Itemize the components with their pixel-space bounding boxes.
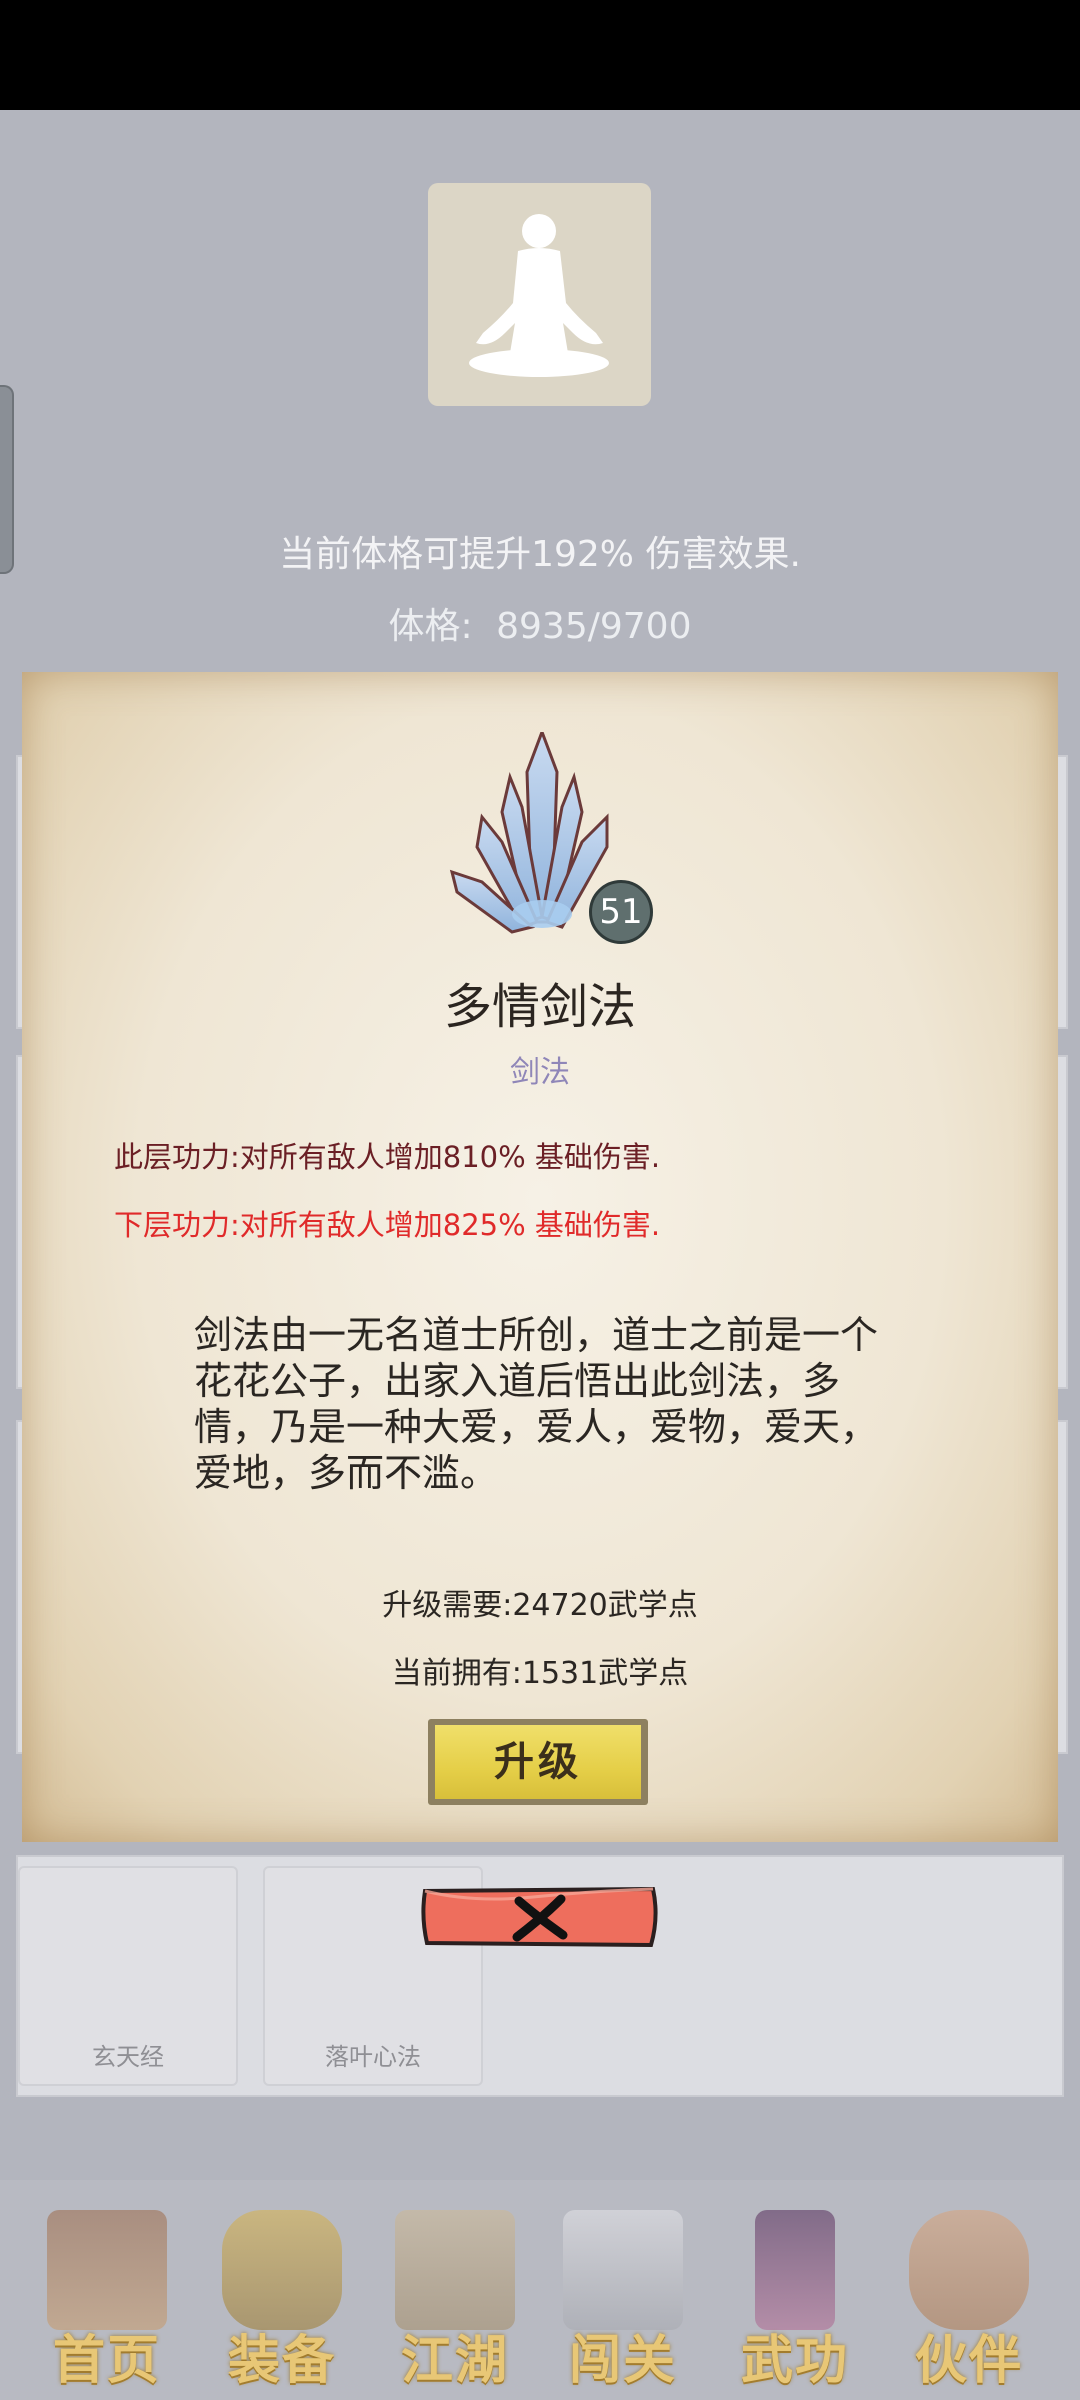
physique-label: 体格: bbox=[388, 606, 473, 647]
upgrade-button[interactable]: 升级 bbox=[428, 1719, 648, 1805]
physique-stat: 体格: 8935/9700 bbox=[0, 597, 1080, 649]
physique-effect-text: 当前体格可提升192% 伤害效果. bbox=[279, 534, 801, 575]
nav-item-partners[interactable]: 伙伴 bbox=[894, 2210, 1044, 2391]
nav-item-equipment[interactable]: 装备 bbox=[207, 2210, 357, 2391]
skill-detail-dialog: 51 多情剑法 剑法 此层功力:对所有敌人增加810% 基础伤害. 下层功力:对… bbox=[22, 672, 1058, 1842]
status-bar bbox=[0, 0, 1080, 110]
skill-card[interactable]: 玄天经 bbox=[18, 1866, 238, 2086]
skill-card-label: 玄天经 bbox=[92, 2043, 164, 2071]
nav-label: 伙伴 bbox=[914, 2330, 1023, 2391]
nav-label: 闯关 bbox=[568, 2330, 677, 2391]
nav-label: 武功 bbox=[740, 2330, 849, 2391]
nav-item-jianghu[interactable]: 江湖 bbox=[380, 2210, 530, 2391]
palace-icon bbox=[47, 2210, 167, 2330]
next-level-effect: 下层功力:对所有敌人增加825% 基础伤害. bbox=[114, 1208, 661, 1242]
crossed-swords-icon bbox=[563, 2210, 683, 2330]
meditating-figure-icon bbox=[469, 214, 609, 377]
current-points: 当前拥有:1531武学点 bbox=[391, 1656, 689, 1691]
skill-card-label: 落叶心法 bbox=[325, 2043, 421, 2071]
close-icon bbox=[421, 1886, 658, 1948]
skill-name: 多情剑法 bbox=[443, 979, 636, 1035]
armor-icon bbox=[222, 2210, 342, 2330]
upgrade-cost: 升级需要:24720武学点 bbox=[382, 1588, 698, 1623]
current-level-effect: 此层功力:对所有敌人增加810% 基础伤害. bbox=[114, 1140, 661, 1174]
nav-item-home[interactable]: 首页 bbox=[32, 2210, 182, 2391]
partners-icon bbox=[909, 2210, 1029, 2330]
bottom-nav: 首页 装备 江湖 闯关 武功 伙伴 bbox=[0, 2180, 1080, 2400]
book-icon bbox=[755, 2210, 835, 2330]
close-button[interactable] bbox=[413, 1883, 665, 1951]
skill-level-badge: 51 bbox=[589, 880, 653, 944]
upgrade-button-face: 升级 bbox=[435, 1725, 641, 1799]
upgrade-button-label: 升级 bbox=[494, 1738, 582, 1785]
skill-description: 剑法由一无名道士所创，道士之前是一个花花公子，出家入道后悟出此剑法，多情，乃是一… bbox=[194, 1313, 879, 1495]
nav-item-martial-arts[interactable]: 武功 bbox=[720, 2210, 870, 2391]
scroll-map-icon bbox=[395, 2210, 515, 2330]
nav-item-challenge[interactable]: 闯关 bbox=[548, 2210, 698, 2391]
skill-type: 剑法 bbox=[510, 1055, 570, 1090]
nav-label: 江湖 bbox=[400, 2330, 509, 2391]
nav-label: 首页 bbox=[52, 2330, 161, 2391]
meditation-avatar bbox=[428, 183, 651, 406]
physique-value: 8935/9700 bbox=[496, 606, 692, 647]
nav-label: 装备 bbox=[227, 2330, 336, 2391]
